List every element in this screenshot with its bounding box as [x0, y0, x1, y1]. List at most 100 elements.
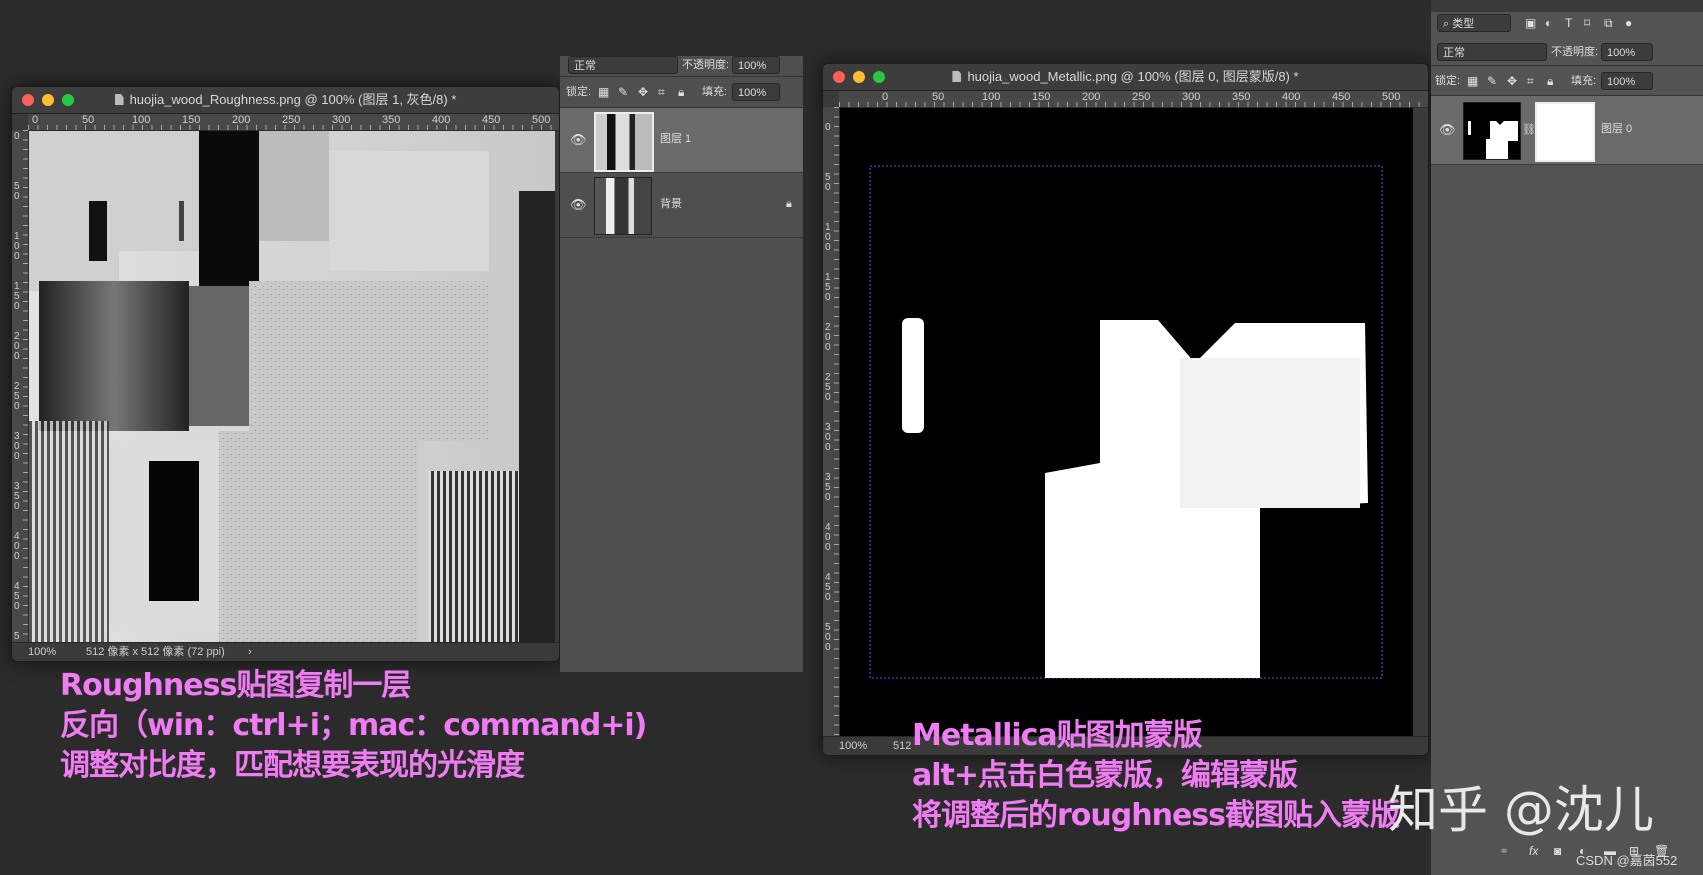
blend-mode-select[interactable]: 正常: [1437, 43, 1547, 61]
lock-label: 锁定:: [1435, 75, 1461, 87]
horizontal-ruler[interactable]: 0 50 100 150 200 250 300 350 400 450 500: [839, 91, 1428, 108]
mask-link-icon[interactable]: ⛓: [1522, 121, 1536, 139]
layer-lock-icon: 🔒︎: [786, 198, 792, 210]
layer-mask-thumbnail[interactable]: [1535, 102, 1595, 162]
layer-row-background[interactable]: 👁︎ 背景 🔒︎: [560, 173, 803, 238]
ruler-tick-label: 150: [825, 272, 831, 303]
fill-label: 填充:: [1571, 75, 1597, 87]
eye-icon[interactable]: 👁︎: [1439, 121, 1456, 139]
annotation-left: Roughness贴图复制一层 反向（win：ctrl+i；mac：comman…: [60, 666, 647, 786]
ruler-tick-label: 300: [825, 422, 831, 453]
ruler-tick-label: 200: [14, 331, 20, 362]
ruler-tick-label: 400: [1282, 91, 1301, 103]
layer-row-layer1[interactable]: 👁︎ 图层 1: [560, 108, 803, 173]
fx-icon[interactable]: fx: [1529, 842, 1538, 860]
annotation-line: Roughness贴图复制一层: [60, 668, 411, 703]
ruler-tick-label: 500: [532, 114, 551, 126]
lock-label: 锁定:: [566, 86, 592, 98]
zoom-window-button[interactable]: [62, 94, 74, 106]
ruler-tick-label: 50: [932, 91, 945, 103]
lock-transparent-pixels-icon[interactable]: ▦: [598, 83, 609, 101]
zoom-level[interactable]: 100%: [28, 643, 56, 661]
layer-filter-select[interactable]: ⌕ 类型: [1437, 14, 1511, 32]
roughness-document-window[interactable]: huojia_wood_Roughness.png @ 100% (图层 1, …: [11, 86, 560, 662]
opacity-input[interactable]: 100%: [1601, 43, 1653, 61]
ruler-tick-label: 0: [825, 122, 831, 133]
vertical-ruler[interactable]: 050100150200250300350400450500: [823, 107, 840, 737]
mask-icon[interactable]: ◙: [1554, 842, 1561, 860]
annotation-line: alt+点击白色蒙版，编辑蒙版: [912, 758, 1298, 793]
ruler-tick-label: 150: [1032, 91, 1051, 103]
opacity-input[interactable]: 100%: [732, 56, 780, 74]
layers-panel-right: ⌕ 类型 ▣ ◐ T ⌑ ⧉ ● 正常 不透明度: 100% 锁定: ▦ ✎ ✥…: [1431, 0, 1703, 875]
roughness-title-bar[interactable]: huojia_wood_Roughness.png @ 100% (图层 1, …: [12, 87, 559, 114]
ruler-tick-label: 400: [14, 531, 20, 562]
ruler-tick-label: 100: [825, 222, 831, 253]
zoom-level[interactable]: 100%: [839, 737, 867, 755]
layer-name[interactable]: 图层 0: [1601, 120, 1632, 138]
lock-position-icon[interactable]: ✥: [1507, 72, 1517, 90]
filter-toggle-icon[interactable]: ●: [1625, 14, 1632, 32]
ruler-tick-label: 300: [332, 114, 351, 126]
filter-smart-object-icon[interactable]: ⧉: [1604, 14, 1613, 32]
lock-image-pixels-icon[interactable]: ✎: [618, 83, 628, 101]
ruler-tick-label: 350: [14, 481, 20, 512]
metallic-document-window[interactable]: huojia_wood_Metallic.png @ 100% (图层 0, 图…: [822, 63, 1429, 756]
minimize-window-button[interactable]: [853, 71, 865, 83]
ruler-tick-label: 0: [882, 91, 889, 103]
minimize-window-button[interactable]: [42, 94, 54, 106]
layer-name[interactable]: 背景: [660, 195, 682, 213]
filter-shape-layer-icon[interactable]: ⌑: [1584, 14, 1590, 32]
ruler-tick-label: 0: [14, 131, 20, 142]
status-menu-chevron-icon[interactable]: ›: [248, 643, 252, 661]
ruler-tick-label: 250: [825, 372, 831, 403]
lock-all-icon[interactable]: 🔒︎: [1547, 72, 1553, 90]
link-icon[interactable]: ⚭: [1499, 842, 1509, 860]
ruler-tick-label: 0: [32, 114, 39, 126]
ruler-tick-label: 450: [14, 581, 20, 612]
metallic-mask-image: [869, 165, 1383, 679]
vertical-ruler[interactable]: 050100150200250300350400450500: [12, 130, 29, 643]
lock-artboard-icon[interactable]: ⌗: [1527, 72, 1534, 90]
filter-type-layer-icon[interactable]: T: [1565, 14, 1572, 32]
eye-icon[interactable]: 👁︎: [570, 131, 587, 149]
layer-row-layer0[interactable]: 👁︎ ⛓ 图层 0: [1431, 96, 1703, 165]
layer-thumbnail: [1463, 102, 1521, 160]
zoom-window-button[interactable]: [873, 71, 885, 83]
eye-icon[interactable]: 👁︎: [570, 196, 587, 214]
ruler-tick-label: 100: [982, 91, 1001, 103]
blend-mode-select[interactable]: 正常: [568, 56, 678, 74]
horizontal-ruler[interactable]: 0 50 100 150 200 250 300 350 400 450 500: [28, 114, 559, 131]
ruler-tick-label: 400: [825, 522, 831, 553]
layer-name[interactable]: 图层 1: [660, 130, 691, 148]
fill-input[interactable]: 100%: [732, 83, 780, 101]
ruler-tick-label: 250: [282, 114, 301, 126]
annotation-line: 将调整后的roughness截图贴入蒙版: [912, 798, 1400, 833]
filter-pixel-layer-icon[interactable]: ▣: [1525, 14, 1536, 32]
roughness-canvas[interactable]: [29, 131, 555, 643]
metallic-title-bar[interactable]: huojia_wood_Metallic.png @ 100% (图层 0, 图…: [823, 64, 1428, 91]
ruler-tick-label: 200: [825, 322, 831, 353]
metallic-canvas[interactable]: [840, 108, 1413, 737]
ruler-tick-label: 50: [82, 114, 95, 126]
close-window-button[interactable]: [833, 71, 845, 83]
document-icon: [114, 94, 124, 105]
ruler-tick-label: 400: [432, 114, 451, 126]
lock-artboard-icon[interactable]: ⌗: [658, 83, 665, 101]
lock-image-pixels-icon[interactable]: ✎: [1487, 72, 1497, 90]
lock-position-icon[interactable]: ✥: [638, 83, 648, 101]
ruler-tick-label: 350: [825, 472, 831, 503]
ruler-tick-label: 200: [232, 114, 251, 126]
filter-adjustment-layer-icon[interactable]: ◐: [1545, 14, 1552, 32]
annotation-line: Metallica贴图加蒙版: [912, 718, 1203, 753]
fill-label: 填充:: [702, 86, 728, 98]
ruler-tick-label: 50: [825, 172, 831, 193]
lock-transparent-pixels-icon[interactable]: ▦: [1467, 72, 1478, 90]
ruler-tick-label: 250: [14, 381, 20, 412]
fill-input[interactable]: 100%: [1601, 72, 1653, 90]
lock-all-icon[interactable]: 🔒︎: [678, 83, 684, 101]
close-window-button[interactable]: [22, 94, 34, 106]
roughness-texture-image: [29, 131, 555, 643]
document-info: 512 像素 x 512 像素 (72 ppi): [86, 646, 225, 658]
opacity-label: 不透明度:: [682, 59, 730, 71]
